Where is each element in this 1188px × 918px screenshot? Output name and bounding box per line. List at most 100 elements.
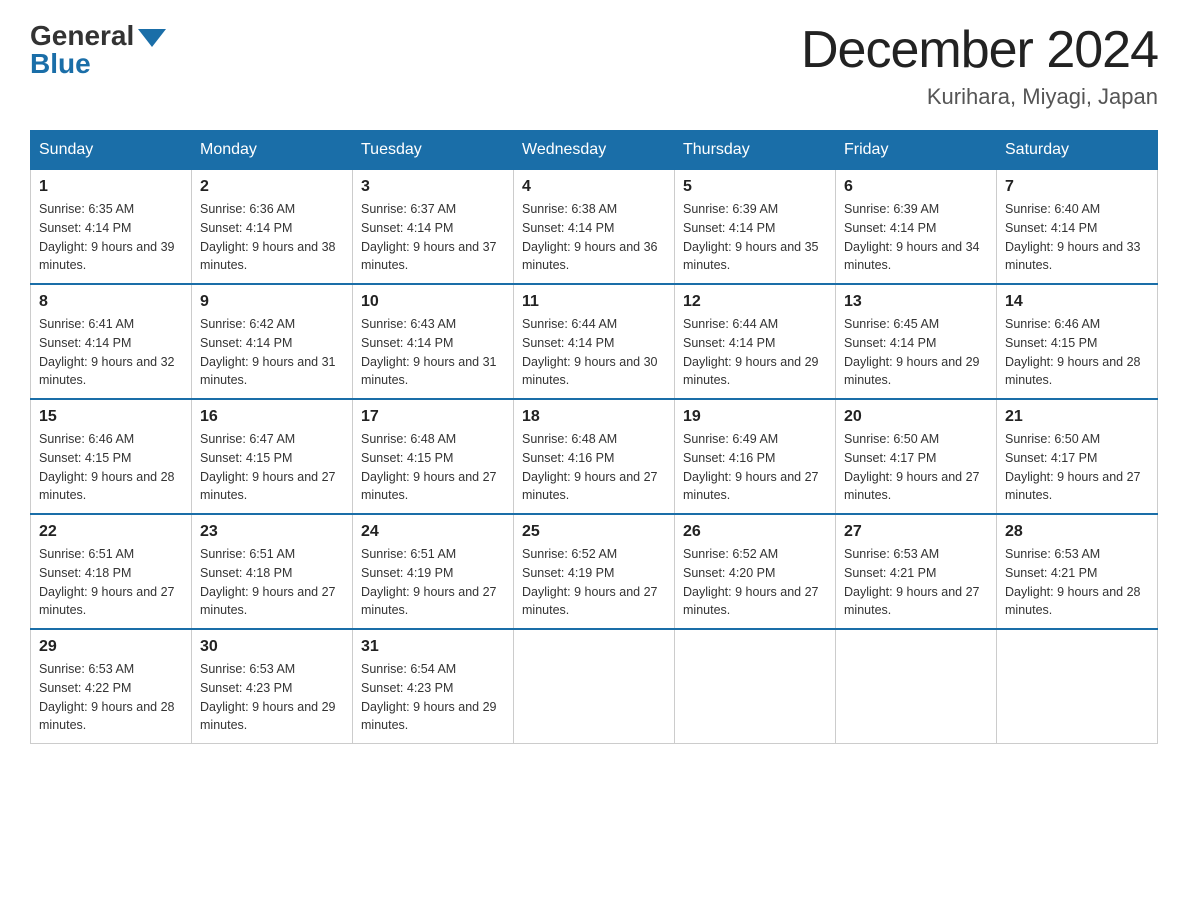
calendar-subtitle: Kurihara, Miyagi, Japan	[801, 84, 1158, 110]
calendar-table: Sunday Monday Tuesday Wednesday Thursday…	[30, 130, 1158, 744]
day-number: 22	[39, 523, 183, 541]
week-row-3: 15 Sunrise: 6:46 AM Sunset: 4:15 PM Dayl…	[31, 399, 1158, 514]
table-cell: 28 Sunrise: 6:53 AM Sunset: 4:21 PM Dayl…	[997, 514, 1158, 629]
day-info: Sunrise: 6:51 AM Sunset: 4:19 PM Dayligh…	[361, 545, 505, 620]
day-number: 25	[522, 523, 666, 541]
header-monday: Monday	[192, 131, 353, 170]
day-info: Sunrise: 6:42 AM Sunset: 4:14 PM Dayligh…	[200, 315, 344, 390]
table-cell: 18 Sunrise: 6:48 AM Sunset: 4:16 PM Dayl…	[514, 399, 675, 514]
day-info: Sunrise: 6:53 AM Sunset: 4:21 PM Dayligh…	[844, 545, 988, 620]
day-info: Sunrise: 6:53 AM Sunset: 4:23 PM Dayligh…	[200, 660, 344, 735]
header-saturday: Saturday	[997, 131, 1158, 170]
week-row-1: 1 Sunrise: 6:35 AM Sunset: 4:14 PM Dayli…	[31, 170, 1158, 285]
day-number: 19	[683, 408, 827, 426]
week-row-2: 8 Sunrise: 6:41 AM Sunset: 4:14 PM Dayli…	[31, 284, 1158, 399]
week-row-5: 29 Sunrise: 6:53 AM Sunset: 4:22 PM Dayl…	[31, 629, 1158, 744]
table-cell: 5 Sunrise: 6:39 AM Sunset: 4:14 PM Dayli…	[675, 170, 836, 285]
day-info: Sunrise: 6:51 AM Sunset: 4:18 PM Dayligh…	[39, 545, 183, 620]
day-info: Sunrise: 6:38 AM Sunset: 4:14 PM Dayligh…	[522, 200, 666, 275]
table-cell	[836, 629, 997, 744]
table-cell: 13 Sunrise: 6:45 AM Sunset: 4:14 PM Dayl…	[836, 284, 997, 399]
table-cell: 11 Sunrise: 6:44 AM Sunset: 4:14 PM Dayl…	[514, 284, 675, 399]
table-cell: 12 Sunrise: 6:44 AM Sunset: 4:14 PM Dayl…	[675, 284, 836, 399]
day-number: 27	[844, 523, 988, 541]
day-number: 30	[200, 638, 344, 656]
table-cell: 8 Sunrise: 6:41 AM Sunset: 4:14 PM Dayli…	[31, 284, 192, 399]
day-number: 11	[522, 293, 666, 311]
day-number: 14	[1005, 293, 1149, 311]
day-info: Sunrise: 6:35 AM Sunset: 4:14 PM Dayligh…	[39, 200, 183, 275]
table-cell: 22 Sunrise: 6:51 AM Sunset: 4:18 PM Dayl…	[31, 514, 192, 629]
table-cell: 21 Sunrise: 6:50 AM Sunset: 4:17 PM Dayl…	[997, 399, 1158, 514]
week-row-4: 22 Sunrise: 6:51 AM Sunset: 4:18 PM Dayl…	[31, 514, 1158, 629]
table-cell: 7 Sunrise: 6:40 AM Sunset: 4:14 PM Dayli…	[997, 170, 1158, 285]
table-cell: 6 Sunrise: 6:39 AM Sunset: 4:14 PM Dayli…	[836, 170, 997, 285]
day-number: 10	[361, 293, 505, 311]
table-cell: 29 Sunrise: 6:53 AM Sunset: 4:22 PM Dayl…	[31, 629, 192, 744]
day-info: Sunrise: 6:50 AM Sunset: 4:17 PM Dayligh…	[844, 430, 988, 505]
page-header: General Blue December 2024 Kurihara, Miy…	[30, 20, 1158, 110]
day-info: Sunrise: 6:36 AM Sunset: 4:14 PM Dayligh…	[200, 200, 344, 275]
day-info: Sunrise: 6:48 AM Sunset: 4:15 PM Dayligh…	[361, 430, 505, 505]
day-info: Sunrise: 6:46 AM Sunset: 4:15 PM Dayligh…	[39, 430, 183, 505]
table-cell: 1 Sunrise: 6:35 AM Sunset: 4:14 PM Dayli…	[31, 170, 192, 285]
header-wednesday: Wednesday	[514, 131, 675, 170]
table-cell: 27 Sunrise: 6:53 AM Sunset: 4:21 PM Dayl…	[836, 514, 997, 629]
table-cell: 24 Sunrise: 6:51 AM Sunset: 4:19 PM Dayl…	[353, 514, 514, 629]
day-number: 17	[361, 408, 505, 426]
table-cell: 14 Sunrise: 6:46 AM Sunset: 4:15 PM Dayl…	[997, 284, 1158, 399]
table-cell: 3 Sunrise: 6:37 AM Sunset: 4:14 PM Dayli…	[353, 170, 514, 285]
day-number: 6	[844, 178, 988, 196]
day-info: Sunrise: 6:50 AM Sunset: 4:17 PM Dayligh…	[1005, 430, 1149, 505]
table-cell	[997, 629, 1158, 744]
day-number: 12	[683, 293, 827, 311]
day-info: Sunrise: 6:46 AM Sunset: 4:15 PM Dayligh…	[1005, 315, 1149, 390]
day-info: Sunrise: 6:53 AM Sunset: 4:21 PM Dayligh…	[1005, 545, 1149, 620]
day-number: 15	[39, 408, 183, 426]
table-cell: 26 Sunrise: 6:52 AM Sunset: 4:20 PM Dayl…	[675, 514, 836, 629]
day-number: 8	[39, 293, 183, 311]
day-info: Sunrise: 6:48 AM Sunset: 4:16 PM Dayligh…	[522, 430, 666, 505]
day-info: Sunrise: 6:54 AM Sunset: 4:23 PM Dayligh…	[361, 660, 505, 735]
day-number: 26	[683, 523, 827, 541]
day-info: Sunrise: 6:43 AM Sunset: 4:14 PM Dayligh…	[361, 315, 505, 390]
table-cell: 17 Sunrise: 6:48 AM Sunset: 4:15 PM Dayl…	[353, 399, 514, 514]
day-info: Sunrise: 6:39 AM Sunset: 4:14 PM Dayligh…	[844, 200, 988, 275]
table-cell: 19 Sunrise: 6:49 AM Sunset: 4:16 PM Dayl…	[675, 399, 836, 514]
table-cell	[514, 629, 675, 744]
table-cell: 16 Sunrise: 6:47 AM Sunset: 4:15 PM Dayl…	[192, 399, 353, 514]
day-number: 31	[361, 638, 505, 656]
day-number: 1	[39, 178, 183, 196]
day-info: Sunrise: 6:53 AM Sunset: 4:22 PM Dayligh…	[39, 660, 183, 735]
header-sunday: Sunday	[31, 131, 192, 170]
table-cell: 2 Sunrise: 6:36 AM Sunset: 4:14 PM Dayli…	[192, 170, 353, 285]
day-number: 21	[1005, 408, 1149, 426]
day-info: Sunrise: 6:44 AM Sunset: 4:14 PM Dayligh…	[683, 315, 827, 390]
day-number: 13	[844, 293, 988, 311]
day-number: 3	[361, 178, 505, 196]
day-info: Sunrise: 6:37 AM Sunset: 4:14 PM Dayligh…	[361, 200, 505, 275]
logo: General Blue	[30, 20, 166, 80]
table-cell: 4 Sunrise: 6:38 AM Sunset: 4:14 PM Dayli…	[514, 170, 675, 285]
day-info: Sunrise: 6:49 AM Sunset: 4:16 PM Dayligh…	[683, 430, 827, 505]
day-number: 4	[522, 178, 666, 196]
day-info: Sunrise: 6:47 AM Sunset: 4:15 PM Dayligh…	[200, 430, 344, 505]
day-number: 5	[683, 178, 827, 196]
day-number: 7	[1005, 178, 1149, 196]
day-number: 28	[1005, 523, 1149, 541]
day-info: Sunrise: 6:41 AM Sunset: 4:14 PM Dayligh…	[39, 315, 183, 390]
calendar-header-row: Sunday Monday Tuesday Wednesday Thursday…	[31, 131, 1158, 170]
day-number: 2	[200, 178, 344, 196]
day-number: 18	[522, 408, 666, 426]
day-info: Sunrise: 6:40 AM Sunset: 4:14 PM Dayligh…	[1005, 200, 1149, 275]
day-info: Sunrise: 6:52 AM Sunset: 4:19 PM Dayligh…	[522, 545, 666, 620]
logo-arrow-icon	[138, 29, 166, 47]
table-cell	[675, 629, 836, 744]
day-info: Sunrise: 6:51 AM Sunset: 4:18 PM Dayligh…	[200, 545, 344, 620]
table-cell: 25 Sunrise: 6:52 AM Sunset: 4:19 PM Dayl…	[514, 514, 675, 629]
calendar-title: December 2024	[801, 20, 1158, 80]
table-cell: 30 Sunrise: 6:53 AM Sunset: 4:23 PM Dayl…	[192, 629, 353, 744]
table-cell: 10 Sunrise: 6:43 AM Sunset: 4:14 PM Dayl…	[353, 284, 514, 399]
table-cell: 31 Sunrise: 6:54 AM Sunset: 4:23 PM Dayl…	[353, 629, 514, 744]
day-info: Sunrise: 6:44 AM Sunset: 4:14 PM Dayligh…	[522, 315, 666, 390]
